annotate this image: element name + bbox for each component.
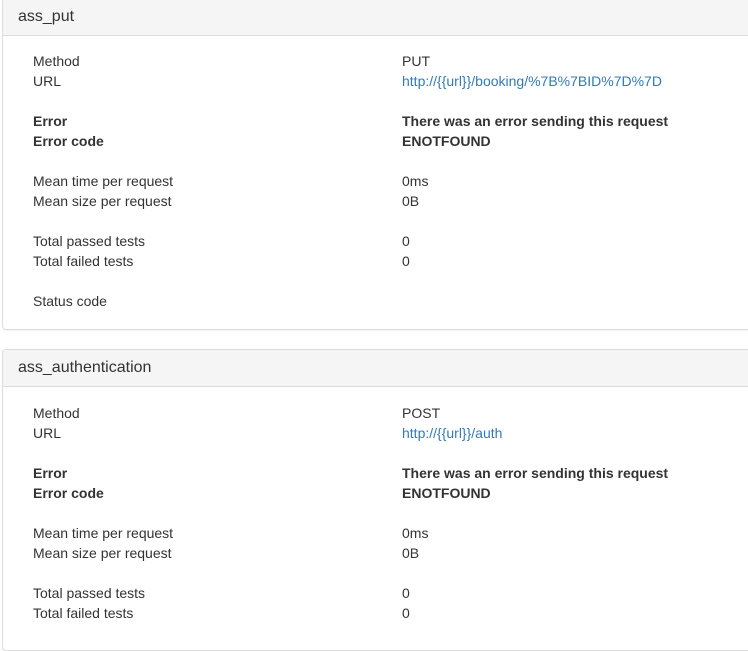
- mean-time-label: Mean time per request: [33, 525, 174, 541]
- error-code-label: Error code: [33, 133, 104, 149]
- mean-size-label: Mean size per request: [33, 193, 172, 209]
- mean-size-value: 0B: [402, 545, 420, 561]
- method-label: Method: [33, 53, 80, 69]
- mean-time-value: 0ms: [402, 525, 429, 541]
- request-panel-ass-put: ass_put Method PUT URL http://{{url}}/bo…: [2, 0, 748, 330]
- mean-time-label: Mean time per request: [33, 173, 174, 189]
- mean-size-label: Mean size per request: [33, 545, 172, 561]
- error-label: Error: [33, 465, 68, 481]
- method-value: PUT: [402, 53, 430, 69]
- error-code-value: ENOTFOUND: [402, 133, 491, 149]
- failed-tests-value: 0: [402, 605, 410, 621]
- mean-size-value: 0B: [402, 193, 420, 209]
- request-panel-ass-authentication: ass_authentication Method POST URL http:…: [2, 349, 748, 651]
- error-value: There was an error sending this request: [402, 465, 669, 481]
- error-value: There was an error sending this request: [402, 113, 669, 129]
- url-link[interactable]: http://{{url}}/auth: [402, 423, 502, 443]
- method-value: POST: [402, 405, 441, 421]
- method-label: Method: [33, 405, 80, 421]
- passed-tests-label: Total passed tests: [33, 585, 146, 601]
- error-code-value: ENOTFOUND: [402, 485, 491, 501]
- url-label: URL: [33, 73, 62, 89]
- mean-time-value: 0ms: [402, 173, 429, 189]
- panel-title: ass_authentication: [3, 350, 748, 387]
- panel-title: ass_put: [3, 0, 748, 36]
- passed-tests-label: Total passed tests: [33, 233, 146, 249]
- failed-tests-label: Total failed tests: [33, 253, 134, 269]
- failed-tests-value: 0: [402, 253, 410, 269]
- failed-tests-label: Total failed tests: [33, 605, 134, 621]
- error-code-label: Error code: [33, 485, 104, 501]
- url-label: URL: [33, 425, 62, 441]
- passed-tests-value: 0: [402, 233, 410, 249]
- passed-tests-value: 0: [402, 585, 410, 601]
- status-code-label: Status code: [33, 293, 107, 309]
- url-link[interactable]: http://{{url}}/booking/%7B%7BID%7D%7D: [402, 71, 662, 91]
- error-label: Error: [33, 113, 68, 129]
